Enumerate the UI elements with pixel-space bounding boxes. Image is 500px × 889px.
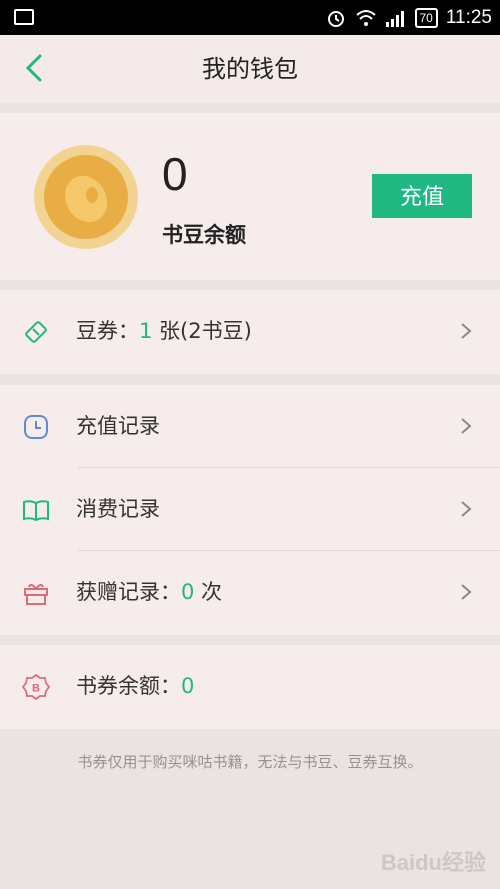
gift-icon	[24, 583, 48, 605]
gift-record-row[interactable]: 获赠记录：0 次	[0, 551, 500, 634]
records-card: 充值记录 消费记录 获赠记录：0 次	[0, 385, 500, 635]
coupon-count: 1	[139, 319, 153, 343]
book-coupon-amount: 0	[181, 674, 195, 698]
book-coupon-prefix: 书券余额：	[76, 674, 181, 698]
book-icon	[23, 500, 49, 522]
balance-label: 书豆余额	[162, 223, 246, 247]
chevron-right-icon	[461, 418, 472, 434]
wifi-icon	[355, 10, 376, 26]
clock: 11:25	[445, 7, 492, 28]
chevron-right-icon	[461, 323, 472, 339]
image-notification-icon	[14, 9, 34, 25]
badge-icon: B	[22, 673, 50, 701]
consume-record-label: 消费记录	[76, 497, 160, 521]
balance-amount: 0	[162, 148, 188, 200]
book-coupon-card: B 书券余额：0	[0, 645, 500, 729]
coin-inner	[44, 155, 128, 239]
chevron-right-icon	[461, 584, 472, 600]
watermark: Baidu经验	[380, 850, 486, 875]
status-indicators: 70 11:25	[325, 6, 492, 30]
coin-icon	[34, 145, 138, 249]
clock-icon	[24, 415, 48, 439]
gift-record-prefix: 获赠记录：	[76, 580, 181, 604]
battery-indicator: 70	[414, 8, 438, 28]
coupon-card: 豆券：1 张(2书豆)	[0, 290, 500, 374]
gift-record-count: 0	[181, 580, 195, 604]
page-title: 我的钱包	[202, 55, 298, 83]
recharge-record-row[interactable]: 充值记录	[0, 385, 500, 468]
consume-record-row[interactable]: 消费记录	[0, 468, 500, 551]
coupon-row[interactable]: 豆券：1 张(2书豆)	[0, 290, 500, 373]
status-bar: 70 11:25	[0, 0, 500, 35]
footnote: 书券仅用于购买咪咕书籍，无法与书豆、豆券互换。	[77, 753, 423, 771]
ticket-icon	[25, 321, 47, 343]
recharge-record-label: 充值记录	[76, 414, 160, 438]
coupon-suffix: 张(2书豆)	[152, 319, 252, 343]
coupon-prefix: 豆券：	[76, 319, 139, 343]
alarm-icon	[327, 11, 344, 27]
chevron-right-icon	[461, 501, 472, 517]
bean-icon	[64, 175, 108, 223]
book-coupon-row: B 书券余额：0	[0, 645, 500, 728]
balance-card: 0 书豆余额 充值	[0, 113, 500, 280]
gift-record-suffix: 次	[194, 580, 223, 604]
signal-icon	[385, 11, 404, 27]
coupon-label: 豆券：1 张(2书豆)	[76, 290, 252, 373]
title-bar: 我的钱包	[0, 35, 500, 103]
book-coupon-label: 书券余额：0	[76, 645, 194, 728]
gift-record-label: 获赠记录：0 次	[76, 551, 222, 634]
recharge-button[interactable]: 充值	[372, 174, 472, 218]
svg-text:B: B	[32, 683, 40, 695]
